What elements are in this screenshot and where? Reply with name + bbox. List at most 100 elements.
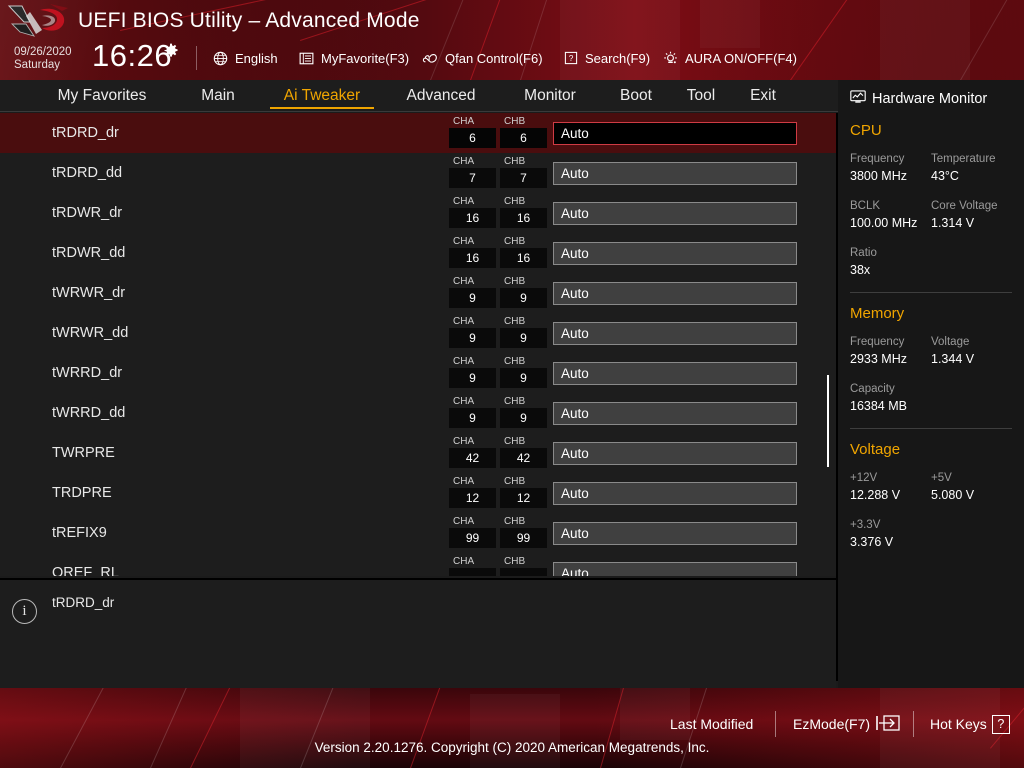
setting-row[interactable]: TRDPRE CHA 12 CHB 12 Auto (0, 473, 836, 513)
channel-chb-value: 9 (500, 408, 547, 428)
hardware-monitor-title: Hardware Monitor (850, 90, 1012, 108)
header-item-qfan-control[interactable]: Qfan Control(F6) (422, 46, 543, 70)
setting-label: TRDPRE (52, 485, 112, 501)
setting-row[interactable]: tRDRD_dd CHA 7 CHB 7 Auto (0, 153, 836, 193)
setting-row[interactable]: tWRRD_dd CHA 9 CHB 9 Auto (0, 393, 836, 433)
channel-chb-value: 7 (500, 168, 547, 188)
hw-row: Frequency 3800 MHz Temperature 43°C (850, 151, 1012, 185)
setting-value-field[interactable]: Auto (553, 562, 797, 576)
setting-row[interactable]: TWRPRE CHA 42 CHB 42 Auto (0, 433, 836, 473)
channel-cha-value: 6 (449, 128, 496, 148)
channel-chb-group: CHB (500, 556, 547, 576)
bios-screen: UEFI BIOS Utility – Advanced Mode 09/26/… (0, 0, 1024, 768)
setting-label: tWRRD_dr (52, 365, 123, 381)
hw-metric-value: 5.080 V (931, 488, 975, 502)
header-item-english[interactable]: English (212, 46, 278, 70)
channel-caption: CHB (504, 476, 526, 487)
tab-label: Ai Tweaker (283, 87, 361, 104)
channel-chb-value: 6 (500, 128, 547, 148)
question-box-icon: ? (562, 50, 579, 67)
date-value: 09/26/2020 (14, 46, 72, 58)
hw-metric-key: BCLK (850, 200, 881, 212)
tab-exit[interactable]: Exit (732, 80, 794, 112)
hardware-monitor-panel: Hardware Monitor CPU Frequency 3800 MHz Tem… (838, 80, 1024, 688)
setting-value-field[interactable]: Auto (553, 442, 797, 465)
settings-scrollbar[interactable] (826, 113, 830, 576)
hw-metric-value: 2933 MHz (850, 352, 907, 366)
channel-chb-group: CHB 9 (500, 316, 547, 348)
channel-cha-value: 9 (449, 408, 496, 428)
channel-caption: CHA (453, 316, 475, 327)
hw-metric-value: 100.00 MHz (850, 216, 918, 230)
hardware-monitor-label: Hardware Monitor (872, 91, 988, 107)
hw-metric-value: 16384 MB (850, 399, 907, 413)
header-item-search[interactable]: ? Search(F9) (562, 46, 650, 70)
section-divider (850, 428, 1012, 429)
setting-row[interactable]: tREFIX9 CHA 99 CHB 99 Auto (0, 513, 836, 553)
tab-monitor[interactable]: Monitor (498, 80, 602, 112)
channel-caption: CHA (453, 276, 475, 287)
setting-value-field[interactable]: Auto (553, 522, 797, 545)
channel-chb-group: CHB 9 (500, 356, 547, 388)
setting-value-field[interactable]: Auto (553, 202, 797, 225)
info-glyph: i (22, 603, 27, 619)
setting-row[interactable]: tRDWR_dd CHA 16 CHB 16 Auto (0, 233, 836, 273)
setting-row[interactable]: tRDWR_dr CHA 16 CHB 16 Auto (0, 193, 836, 233)
hw-metric-key: Frequency (850, 336, 905, 348)
tab-main[interactable]: Main (176, 80, 260, 112)
setting-row[interactable]: QREF_RL CHA CHB Auto (0, 553, 836, 576)
tab-boot[interactable]: Boot (602, 80, 670, 112)
channel-chb-group: CHB 42 (500, 436, 547, 468)
hw-row: Capacity 16384 MB (850, 381, 1012, 415)
settings-list[interactable]: tRDRD_dr CHA 6 CHB 6 Auto tRDRD_dd CHA 7 CHB 7 Auto… (0, 113, 836, 576)
hw-metric-value: 3800 MHz (850, 169, 907, 183)
hw-section-title: CPU (850, 122, 882, 139)
last-modified-button[interactable]: Last Modified (670, 713, 753, 735)
channel-chb-value (500, 568, 547, 576)
hw-metric: Ratio 38x (850, 245, 931, 279)
header-item-myfavorite[interactable]: MyFavorite(F3) (298, 46, 409, 70)
header-item-label: MyFavorite(F3) (321, 50, 410, 66)
hw-section-title: Voltage (850, 441, 901, 458)
copyright-text: Version 2.20.1276. Copyright (C) 2020 Am… (314, 740, 710, 755)
setting-row[interactable]: tWRRD_dr CHA 9 CHB 9 Auto (0, 353, 836, 393)
setting-row[interactable]: tWRWR_dd CHA 9 CHB 9 Auto (0, 313, 836, 353)
setting-value-field[interactable]: Auto (553, 282, 797, 305)
channel-caption: CHA (453, 156, 475, 167)
tab-label: Boot (620, 87, 652, 104)
channel-caption: CHB (504, 556, 526, 567)
channel-chb-value: 9 (500, 368, 547, 388)
tab-label: Tool (686, 87, 716, 104)
hw-metric-key: Capacity (850, 383, 895, 395)
gear-icon[interactable] (163, 43, 179, 59)
setting-label: tREFIX9 (52, 525, 107, 541)
setting-row[interactable]: tRDRD_dr CHA 6 CHB 6 Auto (0, 113, 836, 153)
hw-metric-value: 1.344 V (931, 352, 975, 366)
setting-value-field[interactable]: Auto (553, 122, 797, 145)
tab-advanced[interactable]: Advanced (384, 80, 498, 112)
tab-my-favorites[interactable]: My Favorites (28, 80, 176, 112)
list-icon (298, 50, 315, 67)
hotkeys-button[interactable]: Hot Keys ? (930, 713, 1010, 735)
setting-value-field[interactable]: Auto (553, 402, 797, 425)
channel-cha-group: CHA 6 (449, 116, 496, 148)
setting-row[interactable]: tWRWR_dr CHA 9 CHB 9 Auto (0, 273, 836, 313)
hw-metric-key: Core Voltage (931, 200, 998, 212)
scrollbar-thumb[interactable] (827, 375, 829, 467)
channel-caption: CHA (453, 516, 475, 527)
setting-value-field[interactable]: Auto (553, 162, 797, 185)
setting-value-field[interactable]: Auto (553, 322, 797, 345)
setting-value-field[interactable]: Auto (553, 362, 797, 385)
tab-tool[interactable]: Tool (670, 80, 732, 112)
channel-cha-group: CHA 12 (449, 476, 496, 508)
setting-value-field[interactable]: Auto (553, 482, 797, 505)
channel-caption: CHB (504, 316, 526, 327)
channel-caption: CHA (453, 356, 475, 367)
channel-chb-value: 16 (500, 248, 547, 268)
header-item-aura[interactable]: AURA ON/OFF(F4) (662, 46, 797, 70)
tab-ai-tweaker[interactable]: Ai Tweaker (260, 80, 384, 112)
channel-cha-value: 9 (449, 368, 496, 388)
ezmode-button[interactable]: EzMode(F7) (793, 713, 901, 735)
setting-value-field[interactable]: Auto (553, 242, 797, 265)
channel-caption: CHA (453, 116, 475, 127)
